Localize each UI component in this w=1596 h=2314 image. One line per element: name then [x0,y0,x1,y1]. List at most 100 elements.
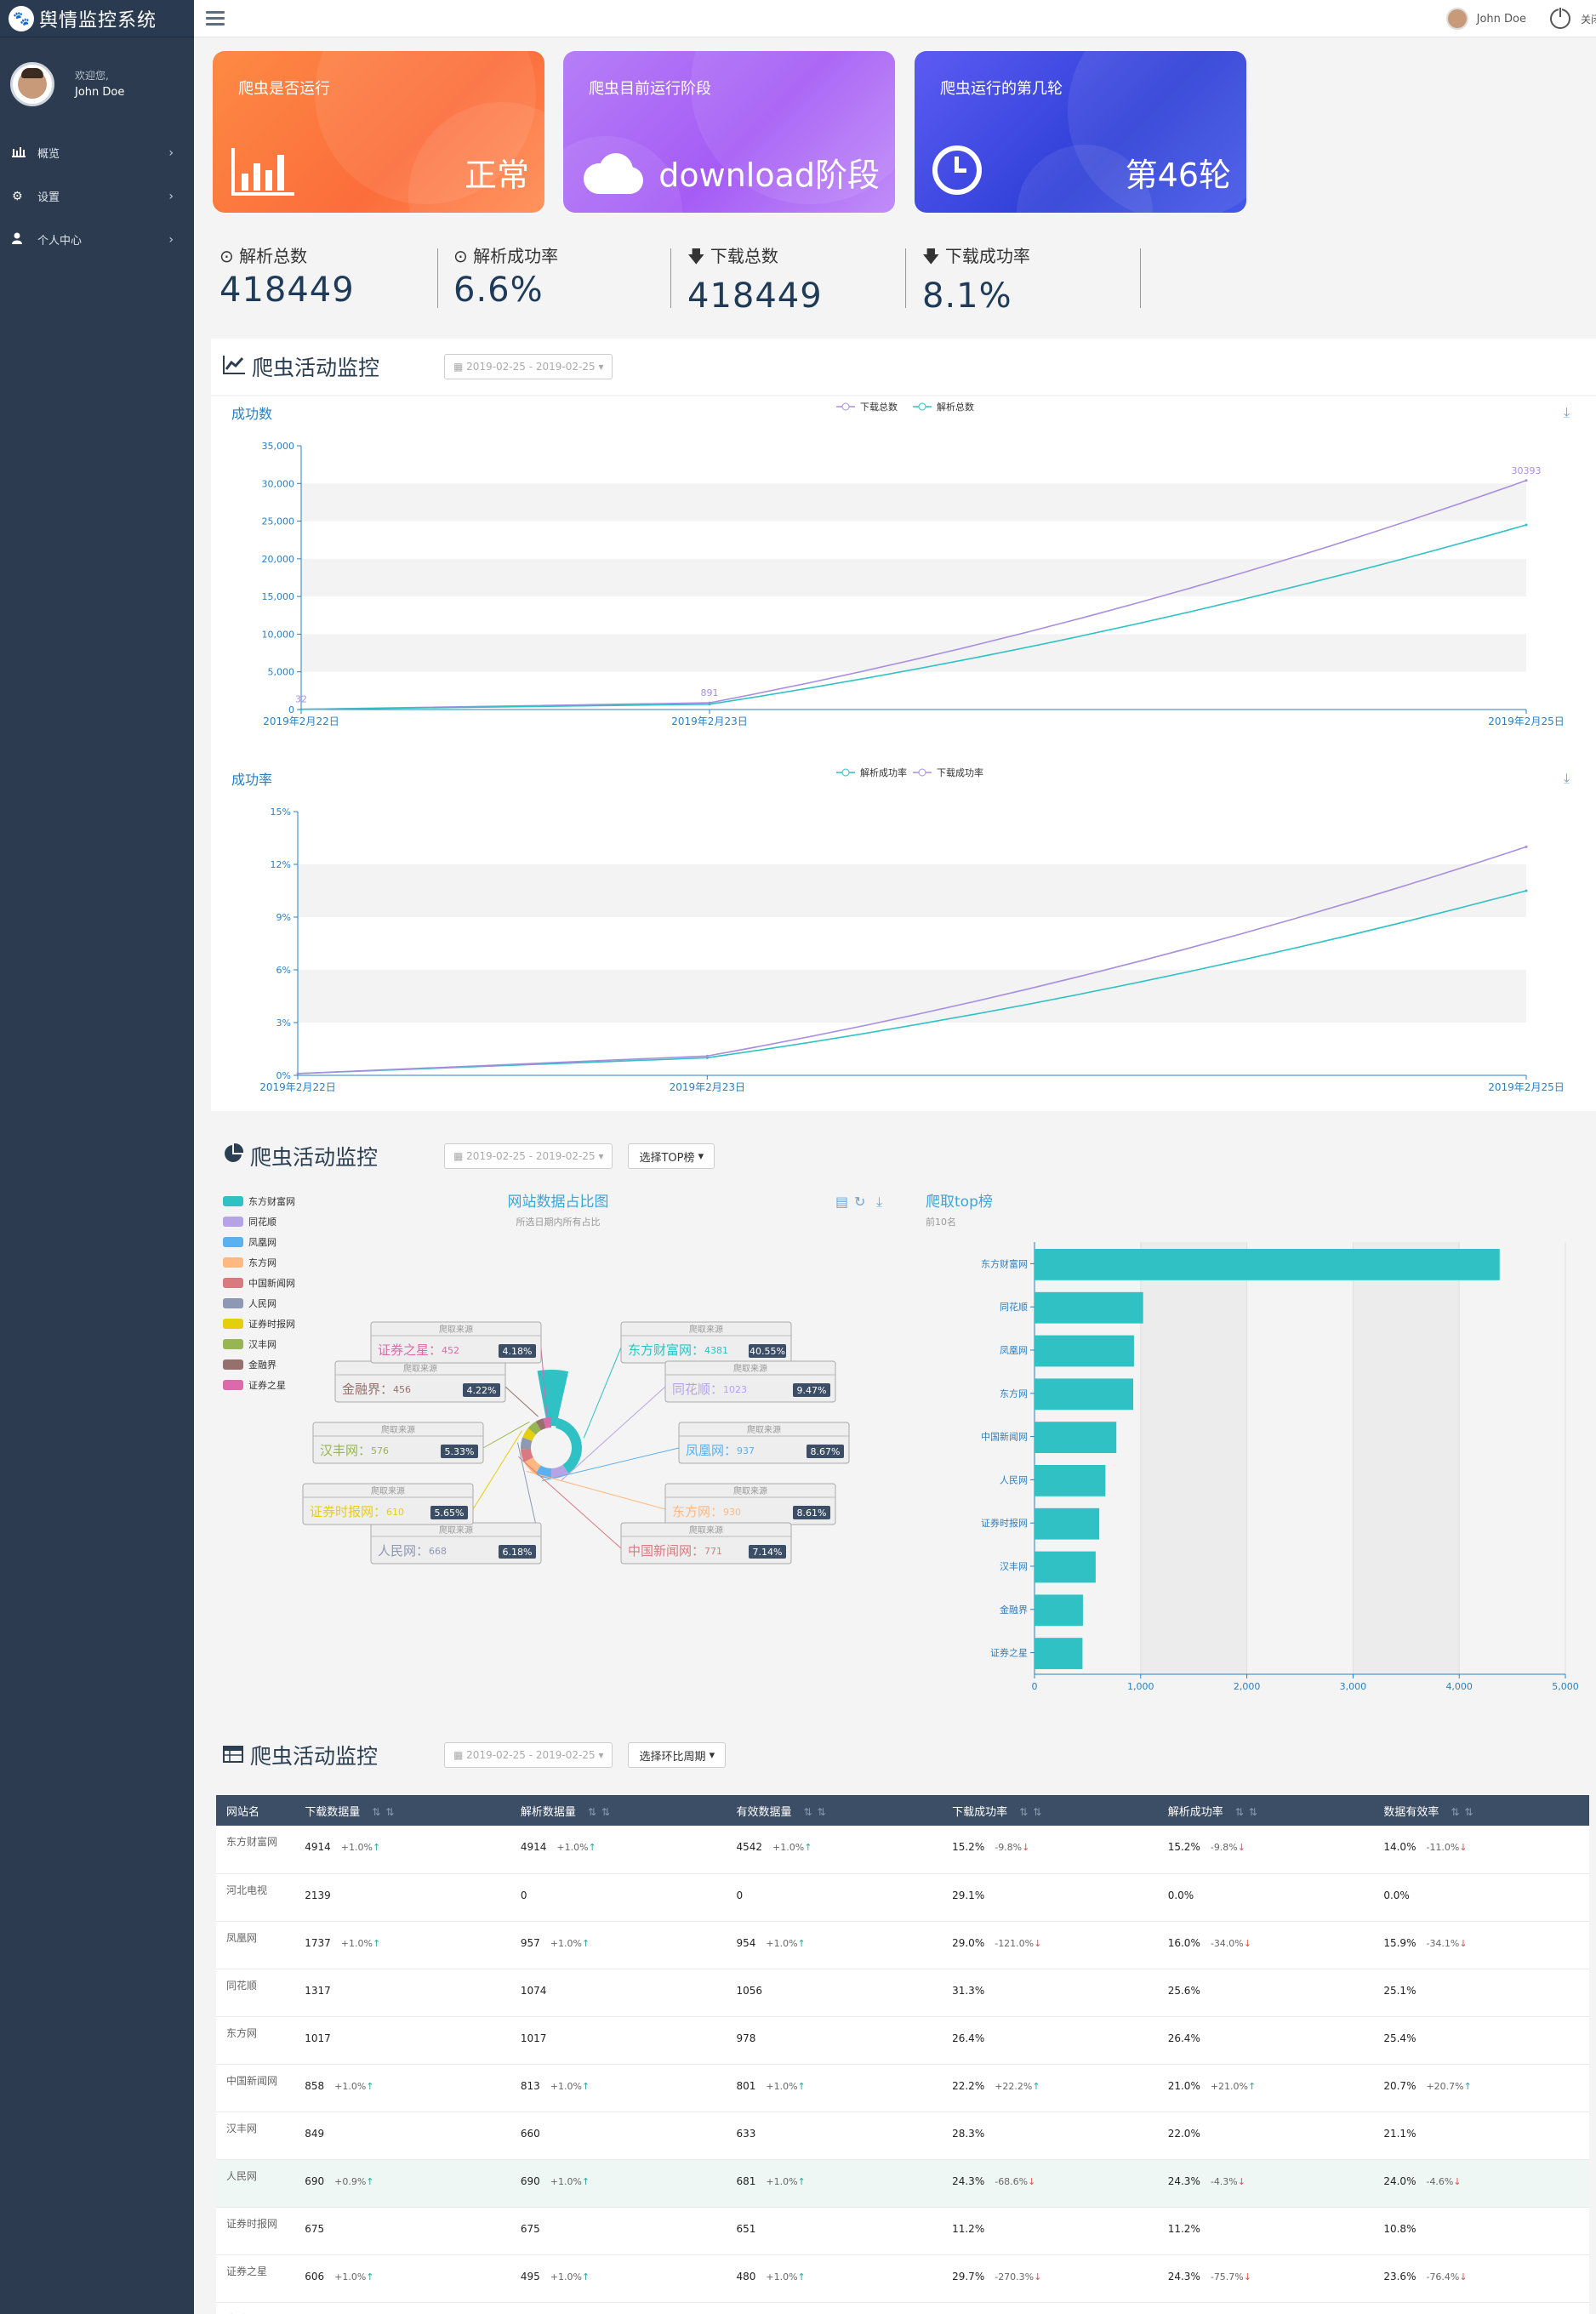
table-cell: 23.6% -76.4%↓ [1373,2254,1589,2303]
table-row[interactable]: 中国新闻网 858 +1.0%↑ 813 +1.0%↑ 801 +1.0%↑ 22.2% +22… [216,2064,1589,2112]
callout-header: 爬取来源 [439,1324,473,1335]
sort-icon[interactable]: ⇅⇅ [588,1806,615,1818]
table-cell: 606 +1.0%↑ [294,2254,510,2303]
cell-value: 849 [305,2127,325,2140]
avatar[interactable] [1445,8,1468,30]
table-cell: 651 [726,2207,943,2255]
cell-value: 31.3% [952,1984,985,1997]
cell-delta: -121.0%↓ [995,1937,1042,1949]
kpi-download-total: 🡇 下载总数 418449 [687,242,909,316]
app-title: 舆情监控系统 [39,9,157,31]
y-tick-label: 6% [276,965,291,976]
table-row[interactable]: 凤凰网 1737 +1.0%↑ 957 +1.0%↑ 954 +1.0%↑ 29.0% -121… [216,1921,1589,1969]
cell-value: 25.6% [1167,1984,1200,1997]
column-header-label: 数据有效率 [1383,1805,1439,1819]
section-title: 爬虫活动监控 [252,356,380,380]
sort-icon[interactable]: ⇅⇅ [803,1806,830,1818]
arrow-down-icon: ↓ [1237,2175,1245,2187]
comparison-table: 网站名 下载数据量 ⇅⇅ 解析数据量 ⇅⇅ 有效数据量 ⇅⇅ 下载成功率 ⇅⇅ 解析成功率 ⇅⇅ 数据… [216,1795,1589,2314]
download-icon: ⤓ [1564,770,1570,786]
y-tick-label: 15,000 [262,591,295,602]
clock-icon: ⊙ [219,246,234,266]
column-header[interactable]: 下载数据量 ⇅⇅ [294,1795,510,1826]
callout-header: 爬取来源 [689,1525,723,1536]
date-range-picker[interactable]: ▦ 2019-02-25 - 2019-02-25 ▾ [444,1143,613,1169]
sort-icon[interactable]: ⇅⇅ [1451,1806,1478,1818]
card-value: 第46轮 [1125,157,1231,194]
bar [1035,1508,1100,1540]
table-row[interactable]: 东方财富网 4914 +1.0%↑ 4914 +1.0%↑ 4542 +1.0%↑ 15.2%… [216,1826,1589,1874]
callout-line [504,1386,539,1417]
callout-line [583,1347,622,1439]
table-row[interactable]: 人民网 690 +0.9%↑ 690 +1.0%↑ 681 +1.0%↑ 24.3% -68.6… [216,2159,1589,2208]
period-select-button[interactable]: 选择环比周期 ▾ [628,1742,727,1768]
table-cell: 25.1% [1373,1969,1589,2017]
cell-value: 957 [520,1936,540,1949]
calendar-icon: ▦ [453,361,464,373]
clock-icon: ⊙ [453,246,468,266]
table-cell: 4542 +1.0%↑ [726,1826,943,1874]
legend-label: 汉丰网 [248,1339,276,1350]
sidebar-item-profile[interactable]: 个人中心 › [0,218,194,261]
cell-delta: +0.9%↑ [334,2175,374,2187]
table-cell: 2139 [294,1873,510,1922]
top-user-name[interactable]: John Doe [1477,13,1526,26]
cell-delta: -34.0%↓ [1210,1937,1251,1949]
y-tick-label: 同花顺 [1000,1302,1028,1313]
x-tick-label: 2019年2月22日 [259,1081,335,1093]
power-icon[interactable] [1550,7,1570,29]
kpi-label: 下载成功率 [944,246,1030,266]
table-row[interactable]: 证券之星 606 +1.0%↑ 495 +1.0%↑ 480 +1.0%↑ 29.7% -270… [216,2254,1589,2303]
brand[interactable]: 🐾 舆情监控系统 [0,0,194,37]
bar [1035,1551,1096,1583]
caret-down-icon: ▾ [698,1149,704,1163]
sidebar-item-overview[interactable]: 概览 › [0,131,194,174]
cell-value: 0 [736,1889,744,1901]
table-row[interactable]: 同花顺 1317 1074 1056 31.3% 25.6% 25.1% [216,1969,1589,2017]
sidebar-item-settings[interactable]: ⚙ 设置 › [0,174,194,218]
divider [905,248,906,308]
sidebar: 🐾 舆情监控系统 欢迎您, John Doe 概览 › ⚙ 设置 › 个人中心 … [0,0,194,2314]
cell-value: 651 [736,2222,756,2235]
table-row[interactable]: 东方网 1017 1017 978 26.4% 26.4% 25.4% [216,2016,1589,2065]
table-cell: 29.7% -270.3%↓ [942,2254,1158,2303]
callout-pct: 4.22% [467,1385,497,1396]
card-value: download阶段 [658,157,880,194]
line-chart: 成功率 解析成功率 下载成功率 ⤓ 0% 3% 6% 9% 12% 15% 2019年2月22日 20… [231,767,1570,1093]
cell-delta: -9.8%↓ [995,1842,1030,1853]
caret-down-icon: ▾ [598,1749,604,1761]
date-range-picker[interactable]: ▦ 2019-02-25 - 2019-02-25 ▾ [444,354,613,379]
table-row[interactable]: 河北电视 2139 0 0 29.1% 0.0% 0.0% [216,1873,1589,1922]
topbar: John Doe 关闭 [194,0,1596,37]
cell-value: 660 [520,2127,540,2140]
column-header[interactable]: 数据有效率 ⇅⇅ [1373,1795,1589,1826]
callout-pct: 8.67% [811,1446,841,1457]
cell-value: 28.3% [952,2127,985,2140]
sort-icon[interactable]: ⇅⇅ [1019,1806,1046,1818]
top-select-button[interactable]: 选择TOP榜 ▾ [628,1143,715,1169]
callout-name: 证券之星： [378,1342,442,1358]
column-header-label: 解析数据量 [520,1805,576,1819]
table-row[interactable]: 证券时报网 675 675 651 11.2% 11.2% 10.8% [216,2207,1589,2255]
date-range-picker[interactable]: ▦ 2019-02-25 - 2019-02-25 ▾ [444,1742,613,1768]
arrow-down-icon: ↓ [1453,2175,1462,2187]
cloud-icon [580,151,645,199]
table-row[interactable]: 金融界55846846221.3%17.9%17.6% [216,2302,1589,2314]
cell-value: 26.4% [952,2032,985,2044]
column-header[interactable]: 解析成功率 ⇅⇅ [1157,1795,1374,1826]
column-header[interactable]: 解析数据量 ⇅⇅ [510,1795,727,1826]
x-tick-label: 3,000 [1340,1681,1367,1692]
column-header[interactable]: 下载成功率 ⇅⇅ [942,1795,1158,1826]
column-header[interactable]: 有效数据量 ⇅⇅ [726,1795,943,1826]
date-range-value: 2019-02-25 - 2019-02-25 [466,1749,596,1761]
y-tick-label: 5,000 [268,667,295,678]
callout-header: 爬取来源 [733,1363,767,1374]
table-row[interactable]: 汉丰网 849 660 633 28.3% 22.0% 21.1% [216,2112,1589,2160]
cell-value: 22.2% [952,2079,985,2092]
sort-icon[interactable]: ⇅⇅ [1235,1806,1263,1818]
menu-toggle-icon[interactable] [206,9,225,28]
site-name-cell: 金融界 [216,2302,295,2314]
sort-icon[interactable]: ⇅⇅ [372,1806,399,1818]
power-label[interactable]: 关闭 [1581,12,1596,26]
arrow-up-icon: ↑ [797,2080,806,2092]
